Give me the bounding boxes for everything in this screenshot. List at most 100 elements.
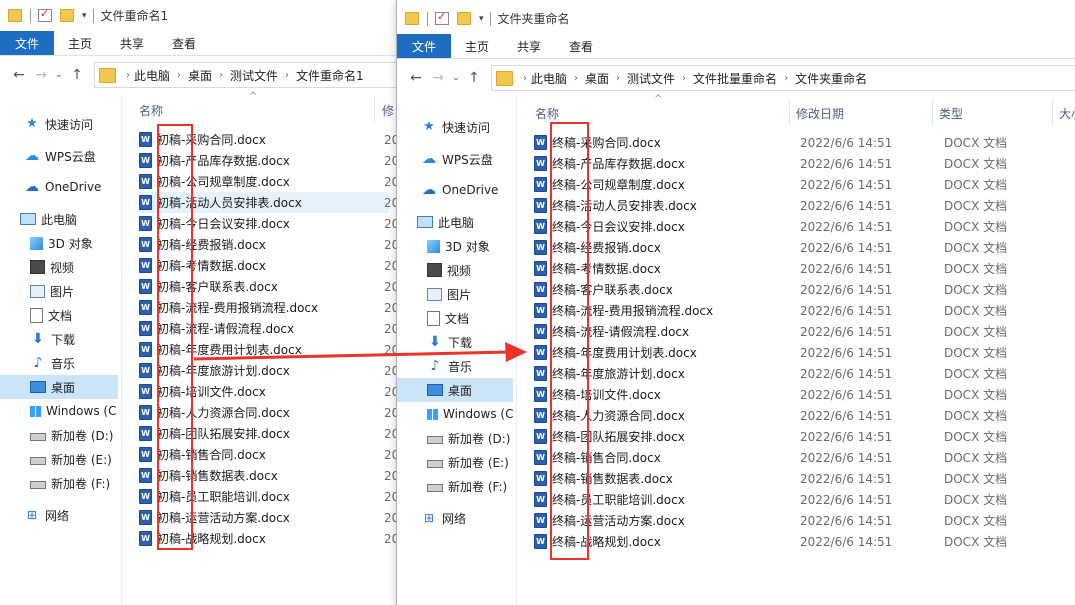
sidebar-item[interactable]: ⊞ 网络 bbox=[0, 503, 118, 527]
file-row[interactable]: W 终稿-客户联系表.docx 2022/6/6 14:51 DOCX 文档 bbox=[534, 279, 1075, 300]
breadcrumb-desktop[interactable]: 桌面 bbox=[585, 70, 609, 87]
file-row[interactable]: W 终稿-经费报销.docx 2022/6/6 14:51 DOCX 文档 bbox=[534, 237, 1075, 258]
column-header-date[interactable]: 修 bbox=[382, 98, 394, 122]
file-row[interactable]: W 终稿-销售数据表.docx 2022/6/6 14:51 DOCX 文档 bbox=[534, 468, 1075, 489]
sidebar-item[interactable]: 桌面 bbox=[397, 378, 513, 402]
chevron-down-icon[interactable]: ▾ bbox=[479, 14, 484, 24]
breadcrumb-desktop[interactable]: 桌面 bbox=[188, 67, 212, 84]
breadcrumb-this-pc[interactable]: 此电脑 bbox=[531, 70, 567, 87]
column-header-size[interactable]: 大小 bbox=[1059, 101, 1075, 125]
sidebar-item[interactable]: ☁ WPS云盘 bbox=[0, 144, 118, 168]
sidebar-item[interactable]: 新加卷 (D:) bbox=[0, 423, 118, 447]
sidebar-item[interactable]: ★ 快速访问 bbox=[0, 112, 118, 136]
new-folder-icon[interactable] bbox=[457, 12, 471, 25]
file-row[interactable]: W 终稿-年度费用计划表.docx 2022/6/6 14:51 DOCX 文档 bbox=[534, 342, 1075, 363]
file-row[interactable]: W 终稿-人力资源合同.docx 2022/6/6 14:51 DOCX 文档 bbox=[534, 405, 1075, 426]
tab-file[interactable]: 文件 bbox=[0, 31, 55, 55]
file-row[interactable]: W 终稿-流程-请假流程.docx 2022/6/6 14:51 DOCX 文档 bbox=[534, 321, 1075, 342]
address-bar[interactable]: › 此电脑 › 桌面 › 测试文件 › 文件重命名1 bbox=[94, 62, 400, 88]
sidebar-item[interactable]: ⬇ 下载 bbox=[0, 327, 118, 351]
tab-home[interactable]: 主页 bbox=[451, 34, 503, 58]
breadcrumb-test-files[interactable]: 测试文件 bbox=[230, 67, 278, 84]
sidebar-item[interactable]: 图片 bbox=[0, 279, 118, 303]
sidebar-item[interactable]: 文档 bbox=[397, 306, 513, 330]
sidebar-item[interactable]: ☁ OneDrive bbox=[397, 178, 513, 202]
sidebar-item[interactable]: 新加卷 (D:) bbox=[397, 426, 513, 450]
sidebar-item[interactable]: 此电脑 bbox=[397, 210, 513, 234]
sidebar-item[interactable]: 视频 bbox=[0, 255, 118, 279]
chevron-down-icon[interactable]: ▾ bbox=[82, 11, 87, 21]
file-row[interactable]: W 终稿-今日会议安排.docx 2022/6/6 14:51 DOCX 文档 bbox=[534, 216, 1075, 237]
file-row[interactable]: W 终稿-销售合同.docx 2022/6/6 14:51 DOCX 文档 bbox=[534, 447, 1075, 468]
sidebar-item[interactable]: 文档 bbox=[0, 303, 118, 327]
up-arrow-icon[interactable]: ↑ bbox=[463, 70, 485, 86]
breadcrumb-current-folder[interactable]: 文件夹重命名 bbox=[795, 70, 867, 87]
sidebar-item[interactable]: ☁ WPS云盘 bbox=[397, 147, 513, 171]
file-row[interactable]: W 终稿-流程-费用报销流程.docx 2022/6/6 14:51 DOCX 文档 bbox=[534, 300, 1075, 321]
chevron-right-icon[interactable]: › bbox=[177, 70, 181, 81]
sidebar-item[interactable]: ♪ 音乐 bbox=[0, 351, 118, 375]
up-arrow-icon[interactable]: ↑ bbox=[66, 67, 88, 83]
file-row[interactable]: W 终稿-运营活动方案.docx 2022/6/6 14:51 DOCX 文档 bbox=[534, 510, 1075, 531]
file-row[interactable]: W 终稿-战略规划.docx 2022/6/6 14:51 DOCX 文档 bbox=[534, 531, 1075, 552]
file-row[interactable]: W 终稿-年度旅游计划.docx 2022/6/6 14:51 DOCX 文档 bbox=[534, 363, 1075, 384]
chevron-down-icon[interactable]: ⌄ bbox=[52, 70, 66, 80]
file-row[interactable]: W 终稿-公司规章制度.docx 2022/6/6 14:51 DOCX 文档 bbox=[534, 174, 1075, 195]
chevron-right-icon[interactable]: › bbox=[219, 70, 223, 81]
sidebar-item[interactable]: 新加卷 (F:) bbox=[397, 474, 513, 498]
chevron-right-icon[interactable]: › bbox=[574, 73, 578, 84]
chevron-right-icon[interactable]: › bbox=[784, 73, 788, 84]
column-header-date[interactable]: 修改日期 bbox=[796, 101, 844, 125]
file-row[interactable]: W 终稿-员工职能培训.docx 2022/6/6 14:51 DOCX 文档 bbox=[534, 489, 1075, 510]
file-row[interactable]: W 终稿-活动人员安排表.docx 2022/6/6 14:51 DOCX 文档 bbox=[534, 195, 1075, 216]
sidebar-item[interactable]: ♪ 音乐 bbox=[397, 354, 513, 378]
chevron-right-icon[interactable]: › bbox=[523, 73, 527, 84]
word-document-icon: W bbox=[139, 258, 152, 273]
sidebar-item[interactable]: ☁ OneDrive bbox=[0, 175, 118, 199]
sidebar-item[interactable]: ★ 快速访问 bbox=[397, 115, 513, 139]
new-folder-icon[interactable] bbox=[60, 9, 74, 22]
tab-share[interactable]: 共享 bbox=[106, 31, 158, 55]
sidebar-item[interactable]: Windows (C bbox=[397, 402, 513, 426]
chevron-down-icon[interactable]: ⌄ bbox=[449, 73, 463, 83]
sidebar-item[interactable]: 图片 bbox=[397, 282, 513, 306]
sidebar-item[interactable]: 桌面 bbox=[0, 375, 118, 399]
sidebar-item[interactable]: 此电脑 bbox=[0, 207, 118, 231]
sidebar-item[interactable]: 新加卷 (E:) bbox=[0, 447, 118, 471]
breadcrumb-current-folder[interactable]: 文件重命名1 bbox=[296, 67, 364, 84]
file-row[interactable]: W 终稿-培训文件.docx 2022/6/6 14:51 DOCX 文档 bbox=[534, 384, 1075, 405]
tab-file[interactable]: 文件 bbox=[397, 34, 452, 58]
forward-arrow-icon[interactable]: → bbox=[30, 67, 52, 83]
sidebar-item[interactable]: 3D 对象 bbox=[0, 231, 118, 255]
breadcrumb-batch-rename[interactable]: 文件批量重命名 bbox=[693, 70, 777, 87]
sidebar-item[interactable]: 新加卷 (F:) bbox=[0, 471, 118, 495]
tab-view[interactable]: 查看 bbox=[555, 34, 607, 58]
chevron-right-icon[interactable]: › bbox=[682, 73, 686, 84]
sidebar-item[interactable]: ⬇ 下载 bbox=[397, 330, 513, 354]
chevron-right-icon[interactable]: › bbox=[285, 70, 289, 81]
tab-view[interactable]: 查看 bbox=[158, 31, 210, 55]
breadcrumb-this-pc[interactable]: 此电脑 bbox=[134, 67, 170, 84]
tab-home[interactable]: 主页 bbox=[54, 31, 106, 55]
column-header-type[interactable]: 类型 bbox=[939, 101, 963, 125]
properties-icon[interactable] bbox=[38, 7, 52, 22]
back-arrow-icon[interactable]: ← bbox=[405, 70, 427, 86]
chevron-right-icon[interactable]: › bbox=[126, 70, 130, 81]
sidebar-item[interactable]: 3D 对象 bbox=[397, 234, 513, 258]
file-row[interactable]: W 终稿-考情数据.docx 2022/6/6 14:51 DOCX 文档 bbox=[534, 258, 1075, 279]
chevron-right-icon[interactable]: › bbox=[616, 73, 620, 84]
tab-share[interactable]: 共享 bbox=[503, 34, 555, 58]
file-row[interactable]: W 终稿-产品库存数据.docx 2022/6/6 14:51 DOCX 文档 bbox=[534, 153, 1075, 174]
properties-icon[interactable] bbox=[435, 10, 449, 25]
file-row[interactable]: W 终稿-采购合同.docx 2022/6/6 14:51 DOCX 文档 bbox=[534, 132, 1075, 153]
column-header-name[interactable]: 名称 bbox=[139, 98, 163, 122]
forward-arrow-icon[interactable]: → bbox=[427, 70, 449, 86]
sidebar-item[interactable]: Windows (C bbox=[0, 399, 118, 423]
sidebar-item[interactable]: 新加卷 (E:) bbox=[397, 450, 513, 474]
address-bar[interactable]: › 此电脑 › 桌面 › 测试文件 › 文件批量重命名 › 文件夹重命名 bbox=[491, 65, 1075, 91]
back-arrow-icon[interactable]: ← bbox=[8, 67, 30, 83]
sidebar-item[interactable]: 视频 bbox=[397, 258, 513, 282]
sidebar-item[interactable]: ⊞ 网络 bbox=[397, 506, 513, 530]
breadcrumb-test-files[interactable]: 测试文件 bbox=[627, 70, 675, 87]
file-row[interactable]: W 终稿-团队拓展安排.docx 2022/6/6 14:51 DOCX 文档 bbox=[534, 426, 1075, 447]
